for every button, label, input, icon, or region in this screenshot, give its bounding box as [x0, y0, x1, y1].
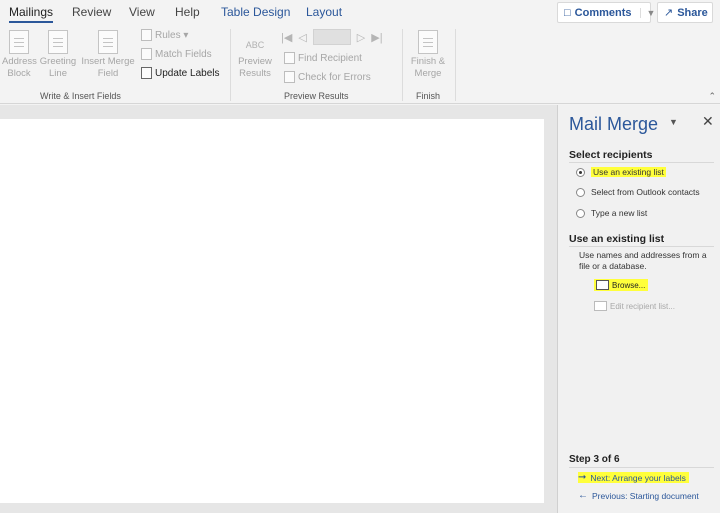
mail-merge-pane: Mail Merge ▼ ✕ Select recipients Use an … — [557, 105, 720, 513]
match-fields-button[interactable]: Match Fields — [141, 48, 212, 60]
abc-icon: ABC — [245, 40, 265, 50]
radio-label: Type a new list — [591, 208, 648, 218]
edit-list-icon — [594, 301, 607, 311]
radio-unselected-icon — [576, 208, 585, 218]
find-recipient-label: Find Recipient — [298, 52, 362, 64]
check-errors-button[interactable]: Check for Errors — [284, 71, 371, 83]
update-labels-label: Update Labels — [155, 67, 220, 79]
find-recipient-icon — [284, 52, 295, 64]
group-separator — [402, 29, 403, 101]
group-label-finish: Finish — [416, 91, 441, 101]
pane-title: Mail Merge — [569, 114, 659, 134]
match-fields-label: Match Fields — [155, 48, 212, 60]
preview-results-button[interactable]: ABC Preview Results — [236, 30, 274, 80]
tab-mailings[interactable]: Mailings — [9, 5, 54, 23]
greeting-line-label: Greeting Line — [39, 56, 77, 79]
last-record-icon[interactable]: ▶| — [371, 31, 382, 44]
step-indicator: Step 3 of 6 — [569, 454, 620, 465]
previous-record-icon[interactable]: ◁ — [298, 31, 306, 44]
preview-results-label: Preview Results — [238, 56, 272, 79]
chevron-down-icon[interactable]: ▼ — [639, 7, 655, 18]
insert-merge-field-icon — [98, 30, 118, 54]
rules-label: Rules — [155, 29, 181, 41]
tab-table-design[interactable]: Table Design — [221, 5, 290, 19]
check-errors-icon — [284, 71, 295, 83]
ribbon-tab-bar: Mailings Review View Help Table Design L… — [0, 0, 720, 26]
comment-icon: □ — [564, 6, 571, 19]
first-record-icon[interactable]: |◀ — [281, 31, 292, 44]
radio-label: Use an existing list — [591, 167, 666, 177]
existing-list-description: Use names and addresses from a file or a… — [579, 250, 707, 271]
share-icon: ↗ — [664, 7, 674, 19]
address-block-icon — [9, 30, 29, 54]
tab-help[interactable]: Help — [175, 5, 200, 19]
radio-selected-icon — [576, 167, 585, 177]
record-navigation: |◀ ◁ ▷ ▶| — [281, 29, 389, 45]
divider — [569, 246, 714, 247]
rules-button[interactable]: Rules ▾ — [141, 29, 188, 41]
divider — [569, 162, 714, 163]
select-recipients-heading: Select recipients — [569, 149, 653, 161]
match-fields-icon — [141, 48, 152, 60]
tab-view[interactable]: View — [129, 5, 155, 19]
document-page[interactable] — [0, 119, 544, 503]
browse-link[interactable]: Browse... — [594, 279, 649, 291]
tab-review[interactable]: Review — [72, 5, 111, 19]
document-area — [0, 105, 557, 513]
ribbon: Address Block Greeting Line Insert Merge… — [0, 26, 720, 104]
radio-unselected-icon — [576, 187, 585, 197]
edit-recipient-list-link[interactable]: Edit recipient list... — [594, 301, 675, 311]
folder-icon — [596, 280, 609, 290]
rules-icon — [141, 29, 152, 41]
greeting-line-icon — [48, 30, 68, 54]
next-record-icon[interactable]: ▷ — [357, 31, 365, 44]
group-label-write-insert: Write & Insert Fields — [40, 91, 121, 101]
radio-label: Select from Outlook contacts — [591, 187, 700, 197]
finish-merge-label: Finish & Merge — [410, 56, 446, 79]
arrow-right-icon: ➞ — [578, 472, 587, 483]
comments-label: Comments — [574, 6, 632, 19]
group-separator — [230, 29, 231, 101]
next-step-label: Next: Arrange your labels — [590, 472, 686, 483]
share-button[interactable]: ↗ Share — [657, 2, 713, 23]
collapse-ribbon-icon[interactable]: ⌃ — [708, 91, 716, 102]
pane-options-caret-icon[interactable]: ▼ — [669, 117, 678, 127]
existing-list-heading: Use an existing list — [569, 233, 665, 245]
edit-recipient-list-label: Edit recipient list... — [610, 301, 675, 311]
insert-merge-field-label: Insert Merge Field — [81, 56, 135, 79]
comments-button[interactable]: □ Comments ▼ — [557, 2, 655, 23]
browse-label: Browse... — [612, 280, 646, 290]
check-errors-label: Check for Errors — [298, 71, 371, 83]
previous-step-label: Previous: Starting document — [592, 490, 699, 501]
share-label: Share — [677, 6, 708, 19]
radio-type-new-list[interactable]: Type a new list — [576, 208, 647, 218]
greeting-line-button[interactable]: Greeting Line — [39, 30, 77, 80]
group-separator — [455, 29, 456, 101]
radio-outlook-contacts[interactable]: Select from Outlook contacts — [576, 187, 700, 197]
next-step-link[interactable]: ➞ Next: Arrange your labels — [578, 472, 689, 483]
radio-use-existing-list[interactable]: Use an existing list — [576, 167, 666, 177]
address-block-label: Address Block — [2, 56, 37, 79]
tab-layout[interactable]: Layout — [306, 5, 342, 19]
finish-merge-button[interactable]: Finish & Merge — [407, 30, 449, 80]
group-label-preview: Preview Results — [284, 91, 349, 101]
arrow-left-icon: ← — [578, 490, 588, 501]
update-labels-button[interactable]: Update Labels — [141, 67, 220, 79]
address-block-button[interactable]: Address Block — [2, 30, 37, 80]
divider — [569, 467, 714, 468]
finish-merge-icon — [418, 30, 438, 54]
record-number-input[interactable] — [312, 29, 351, 45]
find-recipient-button[interactable]: Find Recipient — [284, 52, 362, 64]
close-icon[interactable]: ✕ — [702, 113, 714, 130]
insert-merge-field-button[interactable]: Insert Merge Field — [80, 30, 136, 80]
previous-step-link[interactable]: ← Previous: Starting document — [578, 490, 699, 501]
update-labels-icon — [141, 67, 152, 79]
